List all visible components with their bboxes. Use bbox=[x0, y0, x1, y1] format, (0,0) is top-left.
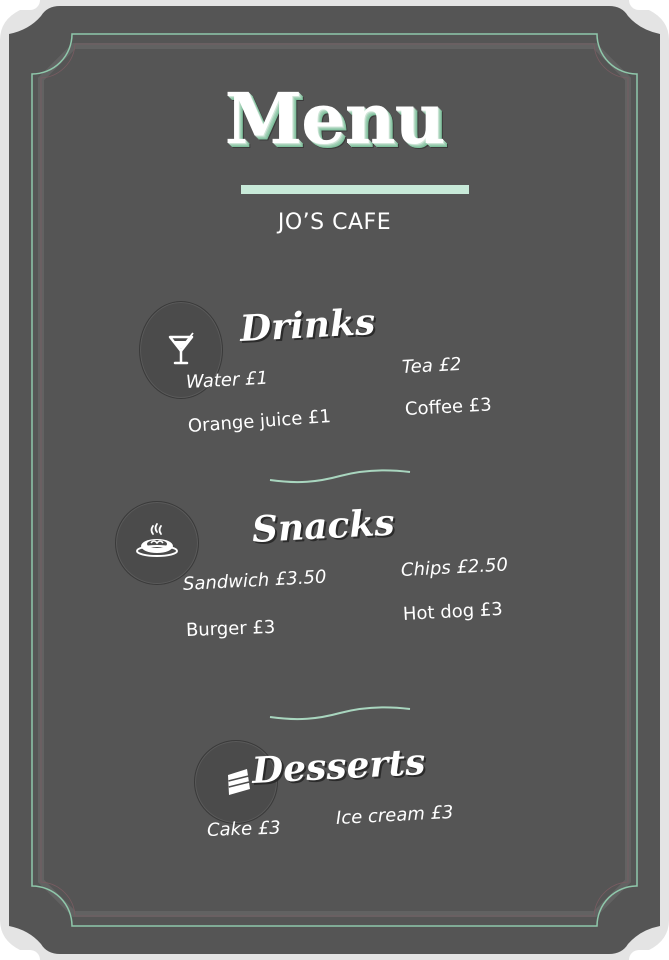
wavy-divider bbox=[269, 706, 411, 721]
cafe-name: JO’S CAFE bbox=[277, 210, 392, 235]
menu-title: Menu bbox=[224, 77, 446, 160]
hot-dish-icon bbox=[136, 523, 178, 557]
menu-item-burger: Burger £3 bbox=[185, 616, 276, 641]
wavy-divider bbox=[269, 469, 411, 484]
menu-item-water: Water £1 bbox=[185, 367, 269, 393]
title-underline bbox=[241, 185, 469, 194]
menu-board: Menu JO’S CAFE Drinks Water £1 Orange ju… bbox=[0, 0, 669, 960]
section-title-drinks: Drinks bbox=[238, 300, 377, 350]
menu-item-cake: Cake £3 bbox=[206, 817, 282, 841]
section-title-snacks: Snacks bbox=[250, 501, 396, 551]
snacks-icon-badge bbox=[115, 501, 199, 585]
menu-item-tea: Tea £2 bbox=[401, 353, 462, 378]
